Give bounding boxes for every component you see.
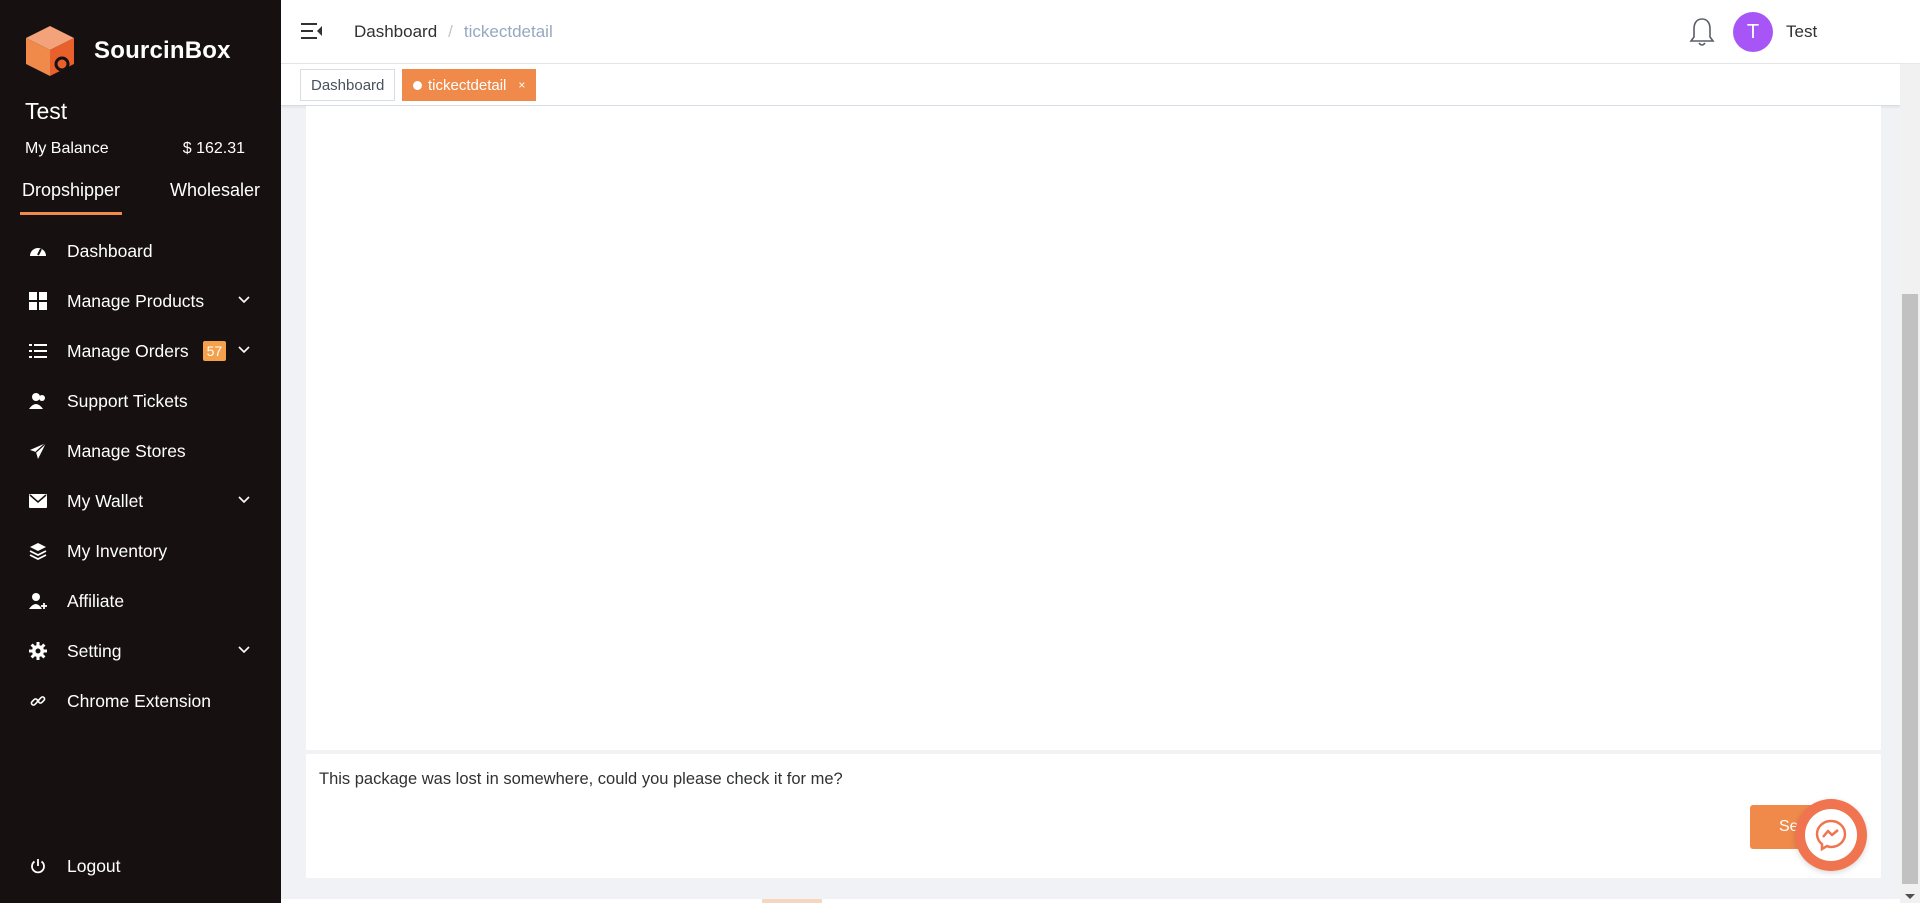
tag-label: Dashboard (311, 76, 385, 94)
sidebar-item-affiliate[interactable]: Affiliate (0, 576, 281, 626)
menu-toggle-icon[interactable] (301, 20, 323, 42)
brand[interactable]: SourcinBox (24, 24, 231, 78)
logout-label: Logout (67, 855, 121, 876)
sidebar-item-my-inventory[interactable]: My Inventory (0, 526, 281, 576)
close-icon[interactable]: × (518, 78, 525, 92)
tags-view: Dashboard tickectdetail × (281, 64, 1900, 106)
mail-icon (28, 491, 48, 511)
messenger-icon (1805, 809, 1857, 861)
role-tabs: Dropshipper Wholesaler (20, 180, 260, 215)
sidebar-item-label: Support Tickets (67, 390, 188, 411)
balance-label: My Balance (25, 140, 109, 157)
bottom-mark (762, 899, 822, 903)
sidebar-user-name: Test (25, 98, 68, 124)
scroll-down-arrow-icon[interactable] (1905, 894, 1915, 899)
gear-icon (28, 641, 48, 661)
breadcrumb-separator: / (448, 22, 453, 41)
power-icon (28, 856, 48, 876)
sidebar-item-chrome-extension[interactable]: Chrome Extension (0, 676, 281, 726)
top-header: Dashboard / tickectdetail T Test (281, 0, 1920, 64)
sidebar-item-manage-products[interactable]: Manage Products (0, 276, 281, 326)
page-scrollbar[interactable] (1900, 64, 1920, 903)
breadcrumb: Dashboard / tickectdetail (354, 22, 553, 42)
sidebar-item-my-wallet[interactable]: My Wallet (0, 476, 281, 526)
bottom-strip (281, 899, 1900, 903)
breadcrumb-current: tickectdetail (463, 22, 553, 41)
tag-dashboard[interactable]: Dashboard (300, 69, 396, 101)
user-plus-icon (28, 591, 48, 611)
message-input[interactable]: This package was lost in somewhere, coul… (319, 770, 843, 789)
messenger-chat-button[interactable] (1795, 799, 1867, 871)
active-dot-icon (413, 80, 422, 90)
sidebar-item-support-tickets[interactable]: Support Tickets (0, 376, 281, 426)
orders-count-badge: 57 (202, 341, 227, 361)
link-icon (28, 691, 48, 711)
sidebar-item-label: My Wallet (67, 490, 144, 511)
tag-tickectdetail[interactable]: tickectdetail × (402, 69, 537, 101)
bell-icon[interactable] (1687, 16, 1717, 48)
header-user-name[interactable]: Test (1786, 22, 1817, 42)
send-icon (28, 441, 48, 461)
chevron-down-icon[interactable] (237, 643, 251, 657)
sidebar-item-label: Manage Stores (67, 440, 186, 461)
sidebar-item-label: My Inventory (67, 540, 168, 561)
chevron-down-icon[interactable] (237, 293, 251, 307)
sidebar-item-label: Manage Orders (67, 340, 189, 361)
sidebar-item-setting[interactable]: Setting (0, 626, 281, 676)
brand-name: SourcinBox (94, 37, 231, 64)
ticket-conversation-panel (306, 106, 1881, 750)
layers-icon (28, 541, 48, 561)
sidebar-menu: Dashboard Manage Products Manage Orders … (0, 226, 281, 726)
scrollbar-thumb[interactable] (1902, 294, 1918, 884)
sidebar-item-manage-stores[interactable]: Manage Stores (0, 426, 281, 476)
sidebar: SourcinBox Test My Balance $ 162.31 Drop… (0, 0, 281, 903)
sidebar-item-label: Affiliate (67, 590, 125, 611)
dashboard-icon (28, 241, 48, 261)
reply-panel: This package was lost in somewhere, coul… (306, 754, 1881, 878)
sidebar-item-dashboard[interactable]: Dashboard (0, 226, 281, 276)
sidebar-item-label: Dashboard (67, 240, 153, 261)
sidebar-item-label: Setting (67, 640, 122, 661)
tab-wholesaler[interactable]: Wholesaler (170, 180, 260, 215)
grid-icon (28, 291, 48, 311)
tag-label: tickectdetail (428, 76, 507, 94)
tab-dropshipper[interactable]: Dropshipper (20, 180, 123, 215)
box-logo-icon (26, 26, 74, 76)
sidebar-item-label: Manage Products (67, 290, 205, 311)
balance-row: My Balance $ 162.31 (25, 140, 245, 158)
avatar[interactable]: T (1733, 12, 1773, 52)
sidebar-item-manage-orders[interactable]: Manage Orders 57 (0, 326, 281, 376)
logout-button[interactable]: Logout (0, 841, 121, 891)
sidebar-item-label: Chrome Extension (67, 690, 211, 711)
list-icon (28, 341, 48, 361)
chevron-down-icon[interactable] (237, 343, 251, 357)
balance-value: $ 162.31 (182, 140, 245, 157)
chevron-down-icon[interactable] (237, 493, 251, 507)
users-icon (28, 391, 48, 411)
breadcrumb-dashboard[interactable]: Dashboard (354, 22, 437, 42)
